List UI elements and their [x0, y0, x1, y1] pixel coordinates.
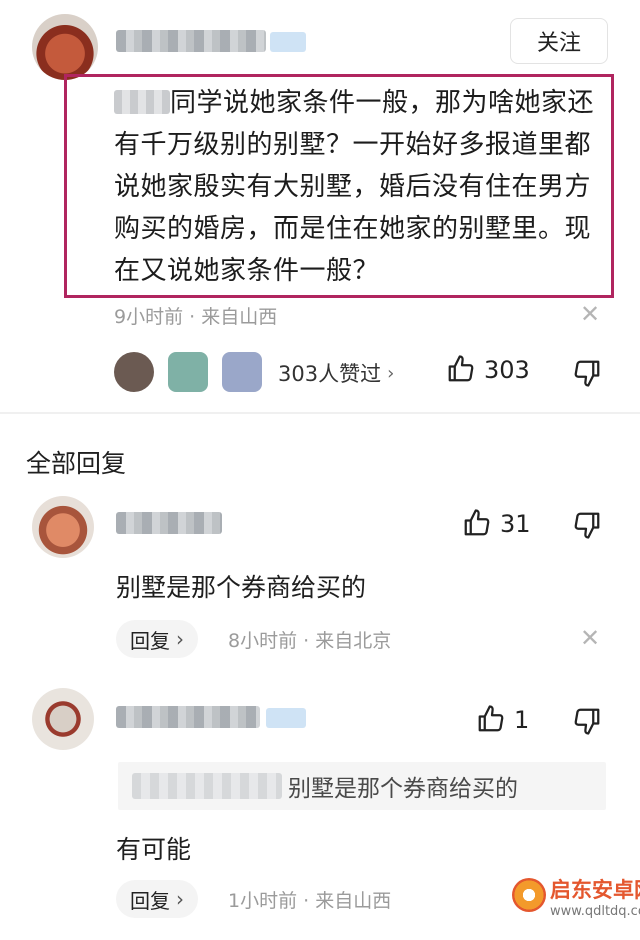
username-blurred[interactable] — [116, 512, 222, 534]
thumbs-up-icon[interactable] — [446, 354, 476, 384]
main-comment-text: 同学说她家条件一般，那为啥她家还有千万级别的别墅？一开始好多报道里都说她家殷实有… — [114, 88, 595, 286]
thumbs-up-icon[interactable] — [462, 508, 492, 538]
chevron-right-icon: › — [387, 362, 395, 384]
comment-meta: 9小时前 · 来自山西 — [114, 306, 278, 328]
user-badge — [266, 708, 306, 728]
watermark-url: www.qdltdq.com — [550, 904, 640, 919]
like-count: 1 — [514, 706, 530, 734]
chevron-right-icon: › — [176, 627, 184, 651]
section-title: 全部回复 — [26, 449, 127, 478]
divider — [0, 412, 640, 414]
watermark-logo-icon — [512, 878, 546, 912]
comment-meta: 1小时前 · 来自山西 — [228, 890, 392, 912]
blurred-name — [114, 90, 170, 114]
chevron-right-icon: › — [176, 887, 184, 911]
close-icon[interactable]: ✕ — [580, 300, 600, 328]
quoted-username-blurred — [132, 773, 282, 799]
username-blurred[interactable] — [116, 706, 260, 728]
reply-button[interactable]: 回复 › — [116, 620, 198, 658]
avatar[interactable] — [32, 688, 94, 750]
likers-link[interactable]: 303人赞过 › — [278, 358, 394, 388]
like-count: 303 — [484, 356, 530, 384]
reply-label: 回复 — [130, 628, 170, 653]
reply-label: 回复 — [130, 888, 170, 913]
likers-label: 303人赞过 — [278, 362, 382, 386]
comment-meta: 8小时前 · 来自北京 — [228, 630, 392, 652]
avatar[interactable] — [32, 14, 98, 80]
quoted-text: 别墅是那个券商给买的 — [288, 776, 518, 802]
reply-text: 别墅是那个券商给买的 — [116, 573, 367, 602]
reply-button[interactable]: 回复 › — [116, 880, 198, 918]
like-count: 31 — [500, 510, 531, 538]
thumbs-up-icon[interactable] — [476, 704, 506, 734]
liker-avatar[interactable] — [168, 352, 208, 392]
watermark: 启东安卓网 www.qdltdq.com — [512, 870, 640, 936]
thumbs-down-icon[interactable] — [572, 358, 602, 388]
thumbs-down-icon[interactable] — [572, 706, 602, 736]
user-badge — [270, 32, 306, 52]
liker-avatar[interactable] — [114, 352, 154, 392]
username-blurred[interactable] — [116, 30, 266, 52]
watermark-title: 启东安卓网 — [550, 878, 640, 902]
quoted-reply[interactable]: 别墅是那个券商给买的 — [118, 762, 606, 810]
close-icon[interactable]: ✕ — [580, 624, 600, 652]
reply-text: 有可能 — [116, 835, 192, 864]
avatar[interactable] — [32, 496, 94, 558]
follow-button[interactable]: 关注 — [510, 18, 608, 64]
liker-avatar[interactable] — [222, 352, 262, 392]
thumbs-down-icon[interactable] — [572, 510, 602, 540]
